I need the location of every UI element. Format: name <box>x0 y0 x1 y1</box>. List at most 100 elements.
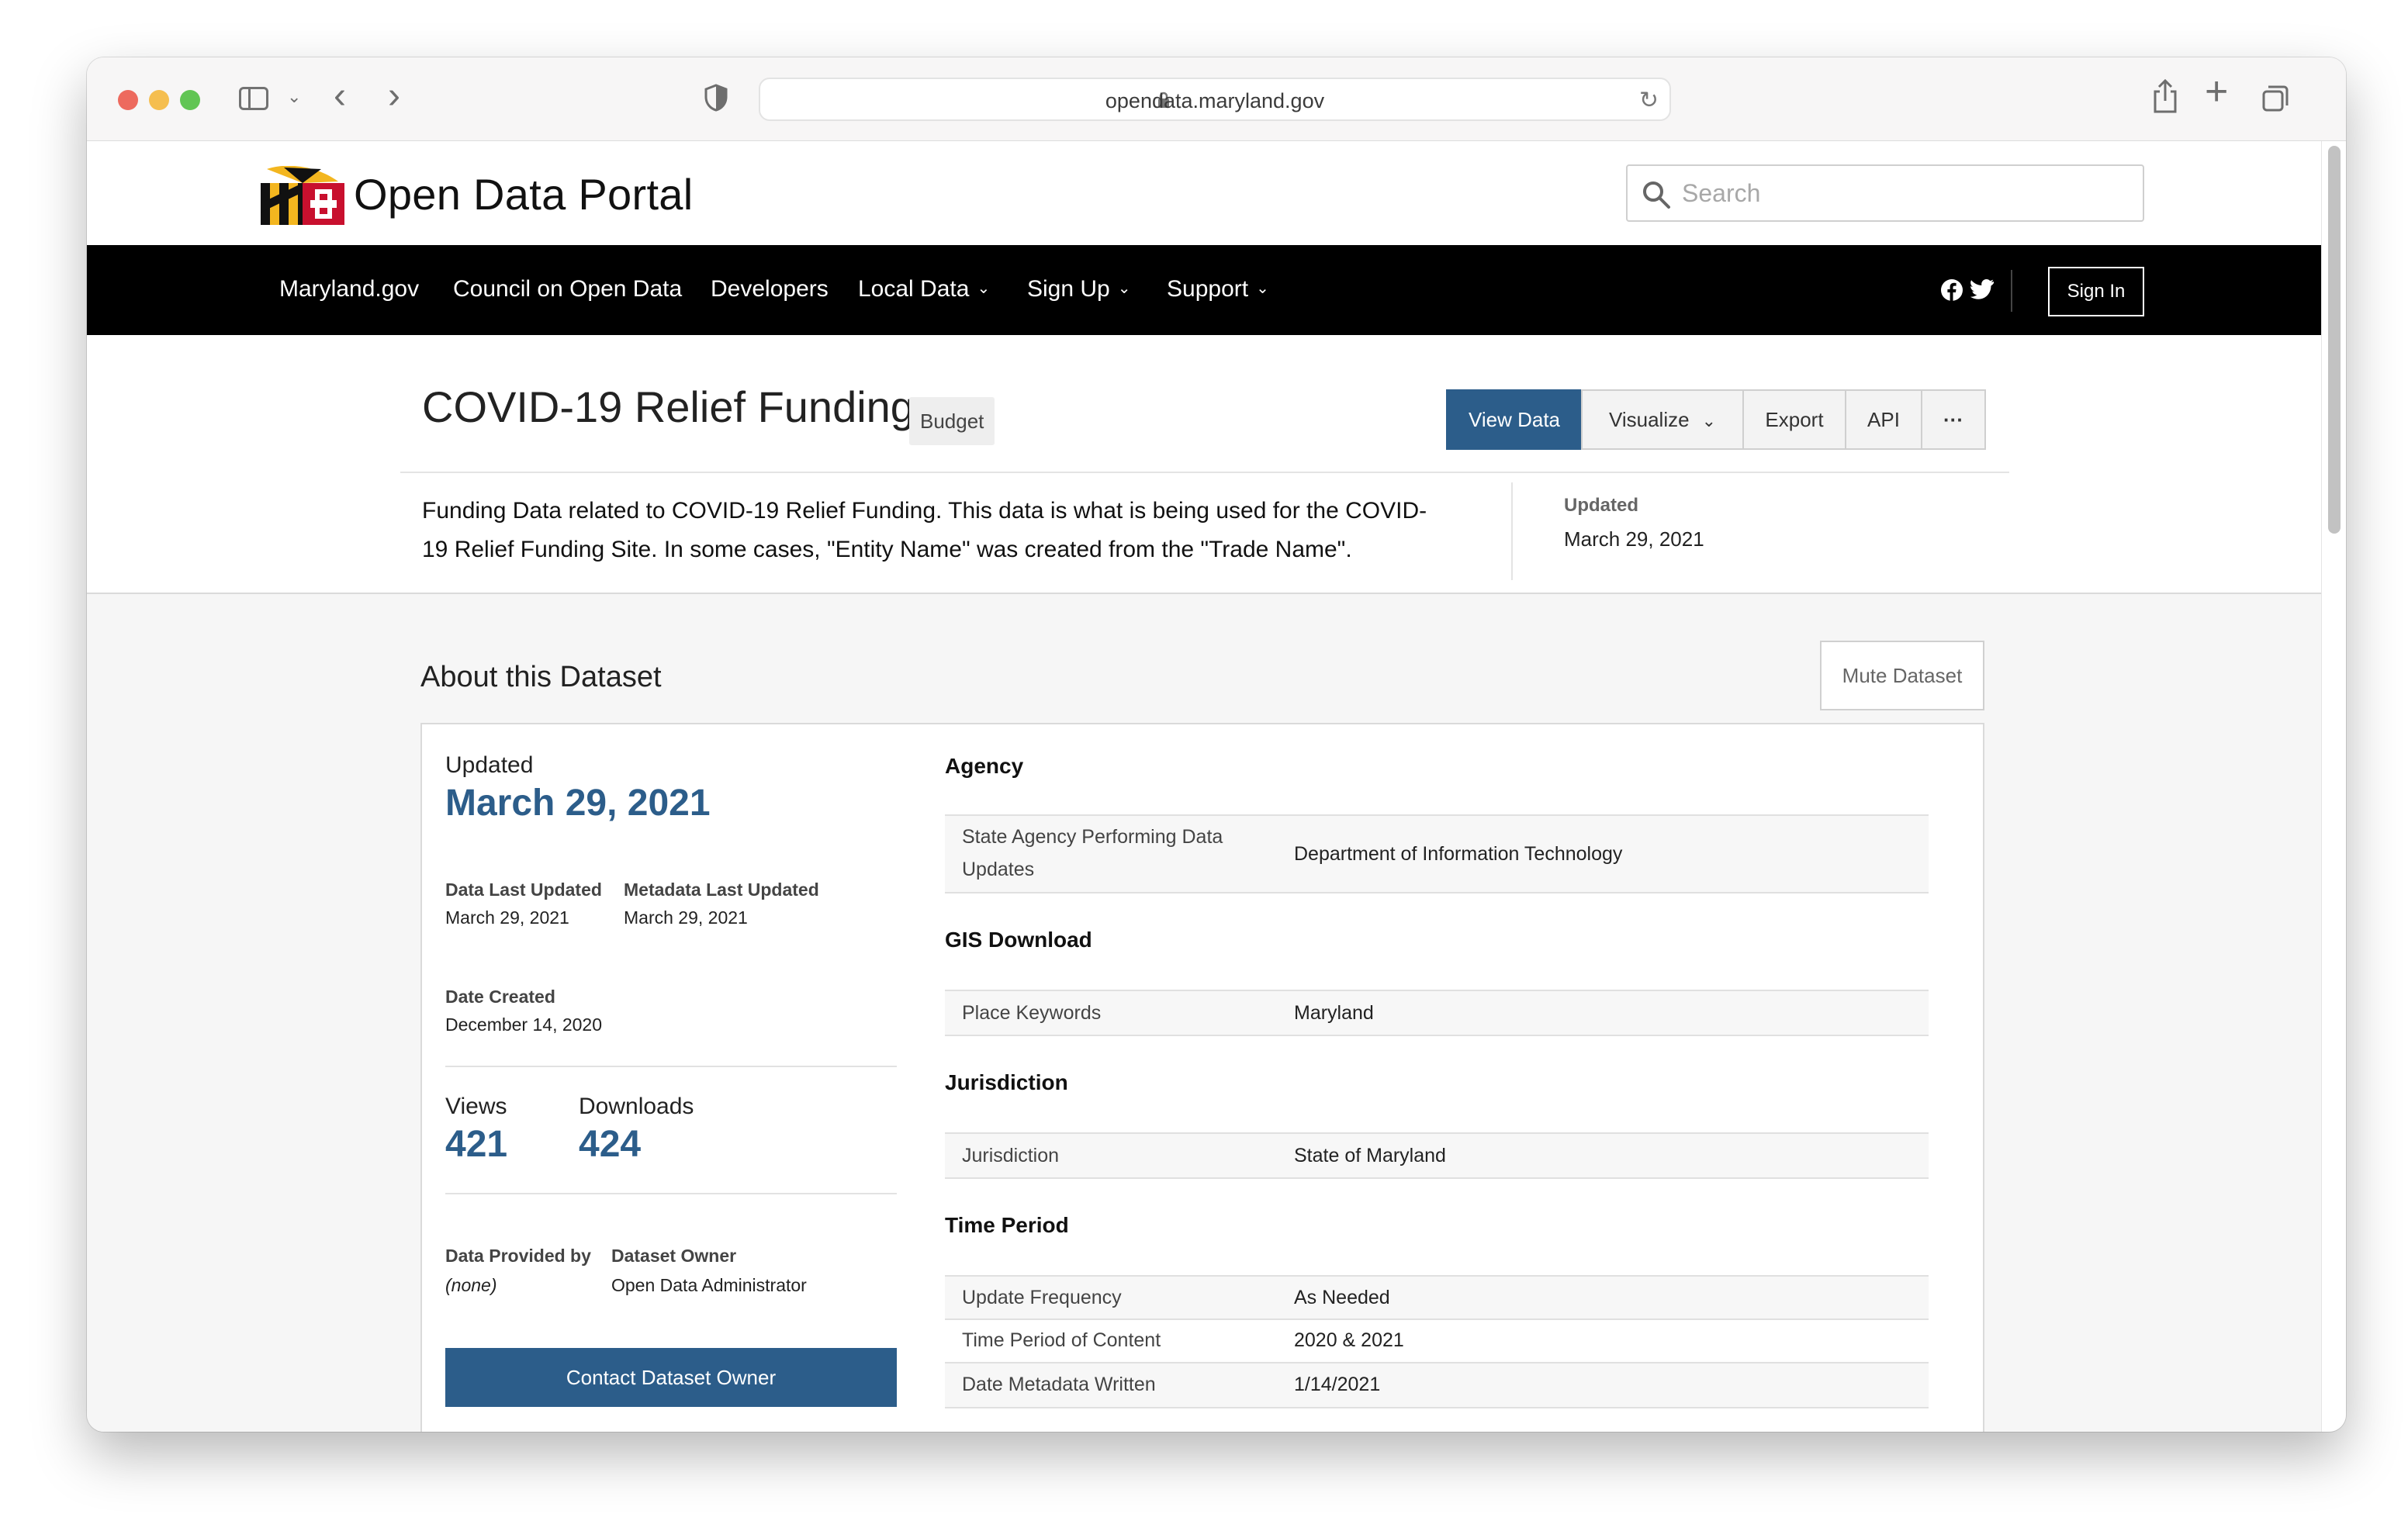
dataset-description: Funding Data related to COVID-19 Relief … <box>422 498 1427 562</box>
row-key-line: Updates <box>962 859 1035 880</box>
chevron-down-icon: ⌄ <box>977 280 991 297</box>
search-icon <box>1643 181 1670 209</box>
nav-label: Local Data <box>858 276 970 302</box>
chevron-down-icon: ⌄ <box>1256 280 1269 297</box>
site-title[interactable]: Open Data Portal <box>354 169 694 219</box>
nav-item-support[interactable]: Support ⌄ <box>1167 276 1269 302</box>
table-row: Time Period of Content 2020 & 2021 <box>945 1320 1929 1363</box>
section-title-gis-download: GIS Download <box>945 928 1092 952</box>
views-count: 421 <box>445 1124 508 1165</box>
nav-item-sign-up[interactable]: Sign Up ⌄ <box>1027 276 1131 302</box>
new-tab-icon[interactable]: + <box>2205 71 2228 112</box>
nav-divider <box>2011 270 2012 312</box>
row-key: Date Metadata Written <box>962 1374 1156 1395</box>
back-arrow-icon[interactable]: ‹ <box>334 78 346 115</box>
summary-updated-label: Updated <box>445 752 534 778</box>
dataset-owner-value: Open Data Administrator <box>611 1275 807 1295</box>
chevron-down-icon[interactable]: ⌄ <box>287 87 301 107</box>
search-box[interactable] <box>1626 164 2144 222</box>
row-value: 2020 & 2021 <box>1294 1329 1404 1351</box>
metadata-last-updated-label: Metadata Last Updated <box>624 880 819 900</box>
nav-item-maryland-gov[interactable]: Maryland.gov <box>279 276 419 302</box>
table-row: Place Keywords Maryland <box>945 990 1929 1036</box>
nav-item-council-on-open-data[interactable]: Council on Open Data <box>453 276 682 302</box>
table-row: Update Frequency As Needed <box>945 1275 1929 1320</box>
data-provided-by-value: (none) <box>445 1275 497 1295</box>
chevron-down-icon: ⌄ <box>1117 280 1131 297</box>
export-button[interactable]: Export <box>1742 389 1846 450</box>
maryland-flag-logo[interactable] <box>261 166 344 225</box>
header-divider <box>400 472 2009 473</box>
date-created-label: Date Created <box>445 987 555 1007</box>
twitter-icon[interactable] <box>1970 279 1994 299</box>
header-vertical-divider <box>1511 482 1513 580</box>
browser-toolbar: ⌄ ‹ › opendata.maryland.gov ↻ + <box>87 57 2346 141</box>
forward-arrow-icon[interactable]: › <box>388 78 400 115</box>
reload-icon[interactable]: ↻ <box>1639 87 1659 114</box>
downloads-label: Downloads <box>579 1094 694 1119</box>
mute-dataset-button[interactable]: Mute Dataset <box>1820 641 1984 710</box>
dataset-header: COVID-19 Relief Funding Budget View Data… <box>87 335 2321 594</box>
table-row: Jurisdiction State of Maryland <box>945 1132 1929 1179</box>
category-tag[interactable]: Budget <box>909 397 995 445</box>
privacy-shield-icon[interactable] <box>704 84 728 112</box>
browser-window: ⌄ ‹ › opendata.maryland.gov ↻ + Open Dat… <box>87 57 2346 1432</box>
about-title: About this Dataset <box>420 661 662 693</box>
data-provided-by-label: Data Provided by <box>445 1246 591 1266</box>
api-button[interactable]: API <box>1845 389 1922 450</box>
section-title-time-period: Time Period <box>945 1213 1069 1237</box>
row-key: Place Keywords <box>962 1002 1102 1024</box>
chevron-down-icon: ⌄ <box>1701 410 1717 430</box>
row-value: As Needed <box>1294 1287 1390 1308</box>
url-text: opendata.maryland.gov <box>1105 89 1325 112</box>
more-actions-button[interactable]: ··· <box>1921 389 1986 450</box>
share-icon[interactable] <box>2152 79 2178 113</box>
search-input[interactable] <box>1682 177 2116 209</box>
close-window-button[interactable] <box>118 90 138 110</box>
views-label: Views <box>445 1094 507 1119</box>
row-key: Jurisdiction <box>962 1145 1060 1166</box>
page-viewport: Open Data Portal Maryland.gov Council on… <box>87 141 2321 1432</box>
about-panel: Updated March 29, 2021 Data Last Updated… <box>420 723 1984 1432</box>
minimize-window-button[interactable] <box>149 90 169 110</box>
row-key: Update Frequency <box>962 1287 1122 1308</box>
dataset-owner-label: Dataset Owner <box>611 1246 737 1266</box>
main-navigation: Maryland.gov Council on Open Data Develo… <box>87 245 2321 335</box>
row-value: State of Maryland <box>1294 1145 1446 1166</box>
date-created-value: December 14, 2020 <box>445 1014 603 1035</box>
sign-in-button[interactable]: Sign In <box>2048 267 2144 316</box>
nav-label: Maryland.gov <box>279 276 420 302</box>
row-key-line: State Agency Performing Data <box>962 826 1223 848</box>
table-row: State Agency Performing Data Updates Dep… <box>945 814 1929 893</box>
row-value: Maryland <box>1294 1002 1374 1024</box>
zoom-window-button[interactable] <box>180 90 200 110</box>
metadata-last-updated-value: March 29, 2021 <box>624 907 748 928</box>
row-key: State Agency Performing Data Updates <box>962 821 1223 886</box>
page-scrollbar[interactable] <box>2321 141 2346 1432</box>
nav-item-developers[interactable]: Developers <box>711 276 829 302</box>
visualize-label: Visualize <box>1608 407 1690 431</box>
sidebar-toggle-icon[interactable] <box>239 87 268 110</box>
row-value: 1/14/2021 <box>1294 1374 1381 1395</box>
nav-label: Sign Up <box>1027 276 1110 302</box>
scrollbar-thumb[interactable] <box>2328 146 2341 534</box>
section-title-jurisdiction: Jurisdiction <box>945 1070 1068 1094</box>
updated-value: March 29, 2021 <box>1564 527 1704 551</box>
dataset-actions: View Data Visualize ⌄ Export API ··· <box>1446 389 1986 450</box>
address-bar[interactable]: opendata.maryland.gov ↻ <box>759 78 1671 121</box>
summary-updated-value: March 29, 2021 <box>445 783 711 824</box>
table-row: Date Metadata Written 1/14/2021 <box>945 1363 1929 1408</box>
visualize-button[interactable]: Visualize ⌄ <box>1581 389 1744 450</box>
nav-label: Developers <box>711 276 829 302</box>
tab-overview-icon[interactable] <box>2262 85 2289 112</box>
data-last-updated-label: Data Last Updated <box>445 880 602 900</box>
updated-label: Updated <box>1564 495 1638 516</box>
nav-item-local-data[interactable]: Local Data ⌄ <box>858 276 990 302</box>
contact-dataset-owner-button[interactable]: Contact Dataset Owner <box>445 1348 897 1407</box>
nav-label: Support <box>1167 276 1249 302</box>
dataset-title: COVID-19 Relief Funding <box>422 382 915 431</box>
section-title-agency: Agency <box>945 754 1024 778</box>
row-key: Time Period of Content <box>962 1329 1161 1351</box>
facebook-icon[interactable] <box>1941 279 1963 301</box>
view-data-button[interactable]: View Data <box>1446 389 1583 450</box>
